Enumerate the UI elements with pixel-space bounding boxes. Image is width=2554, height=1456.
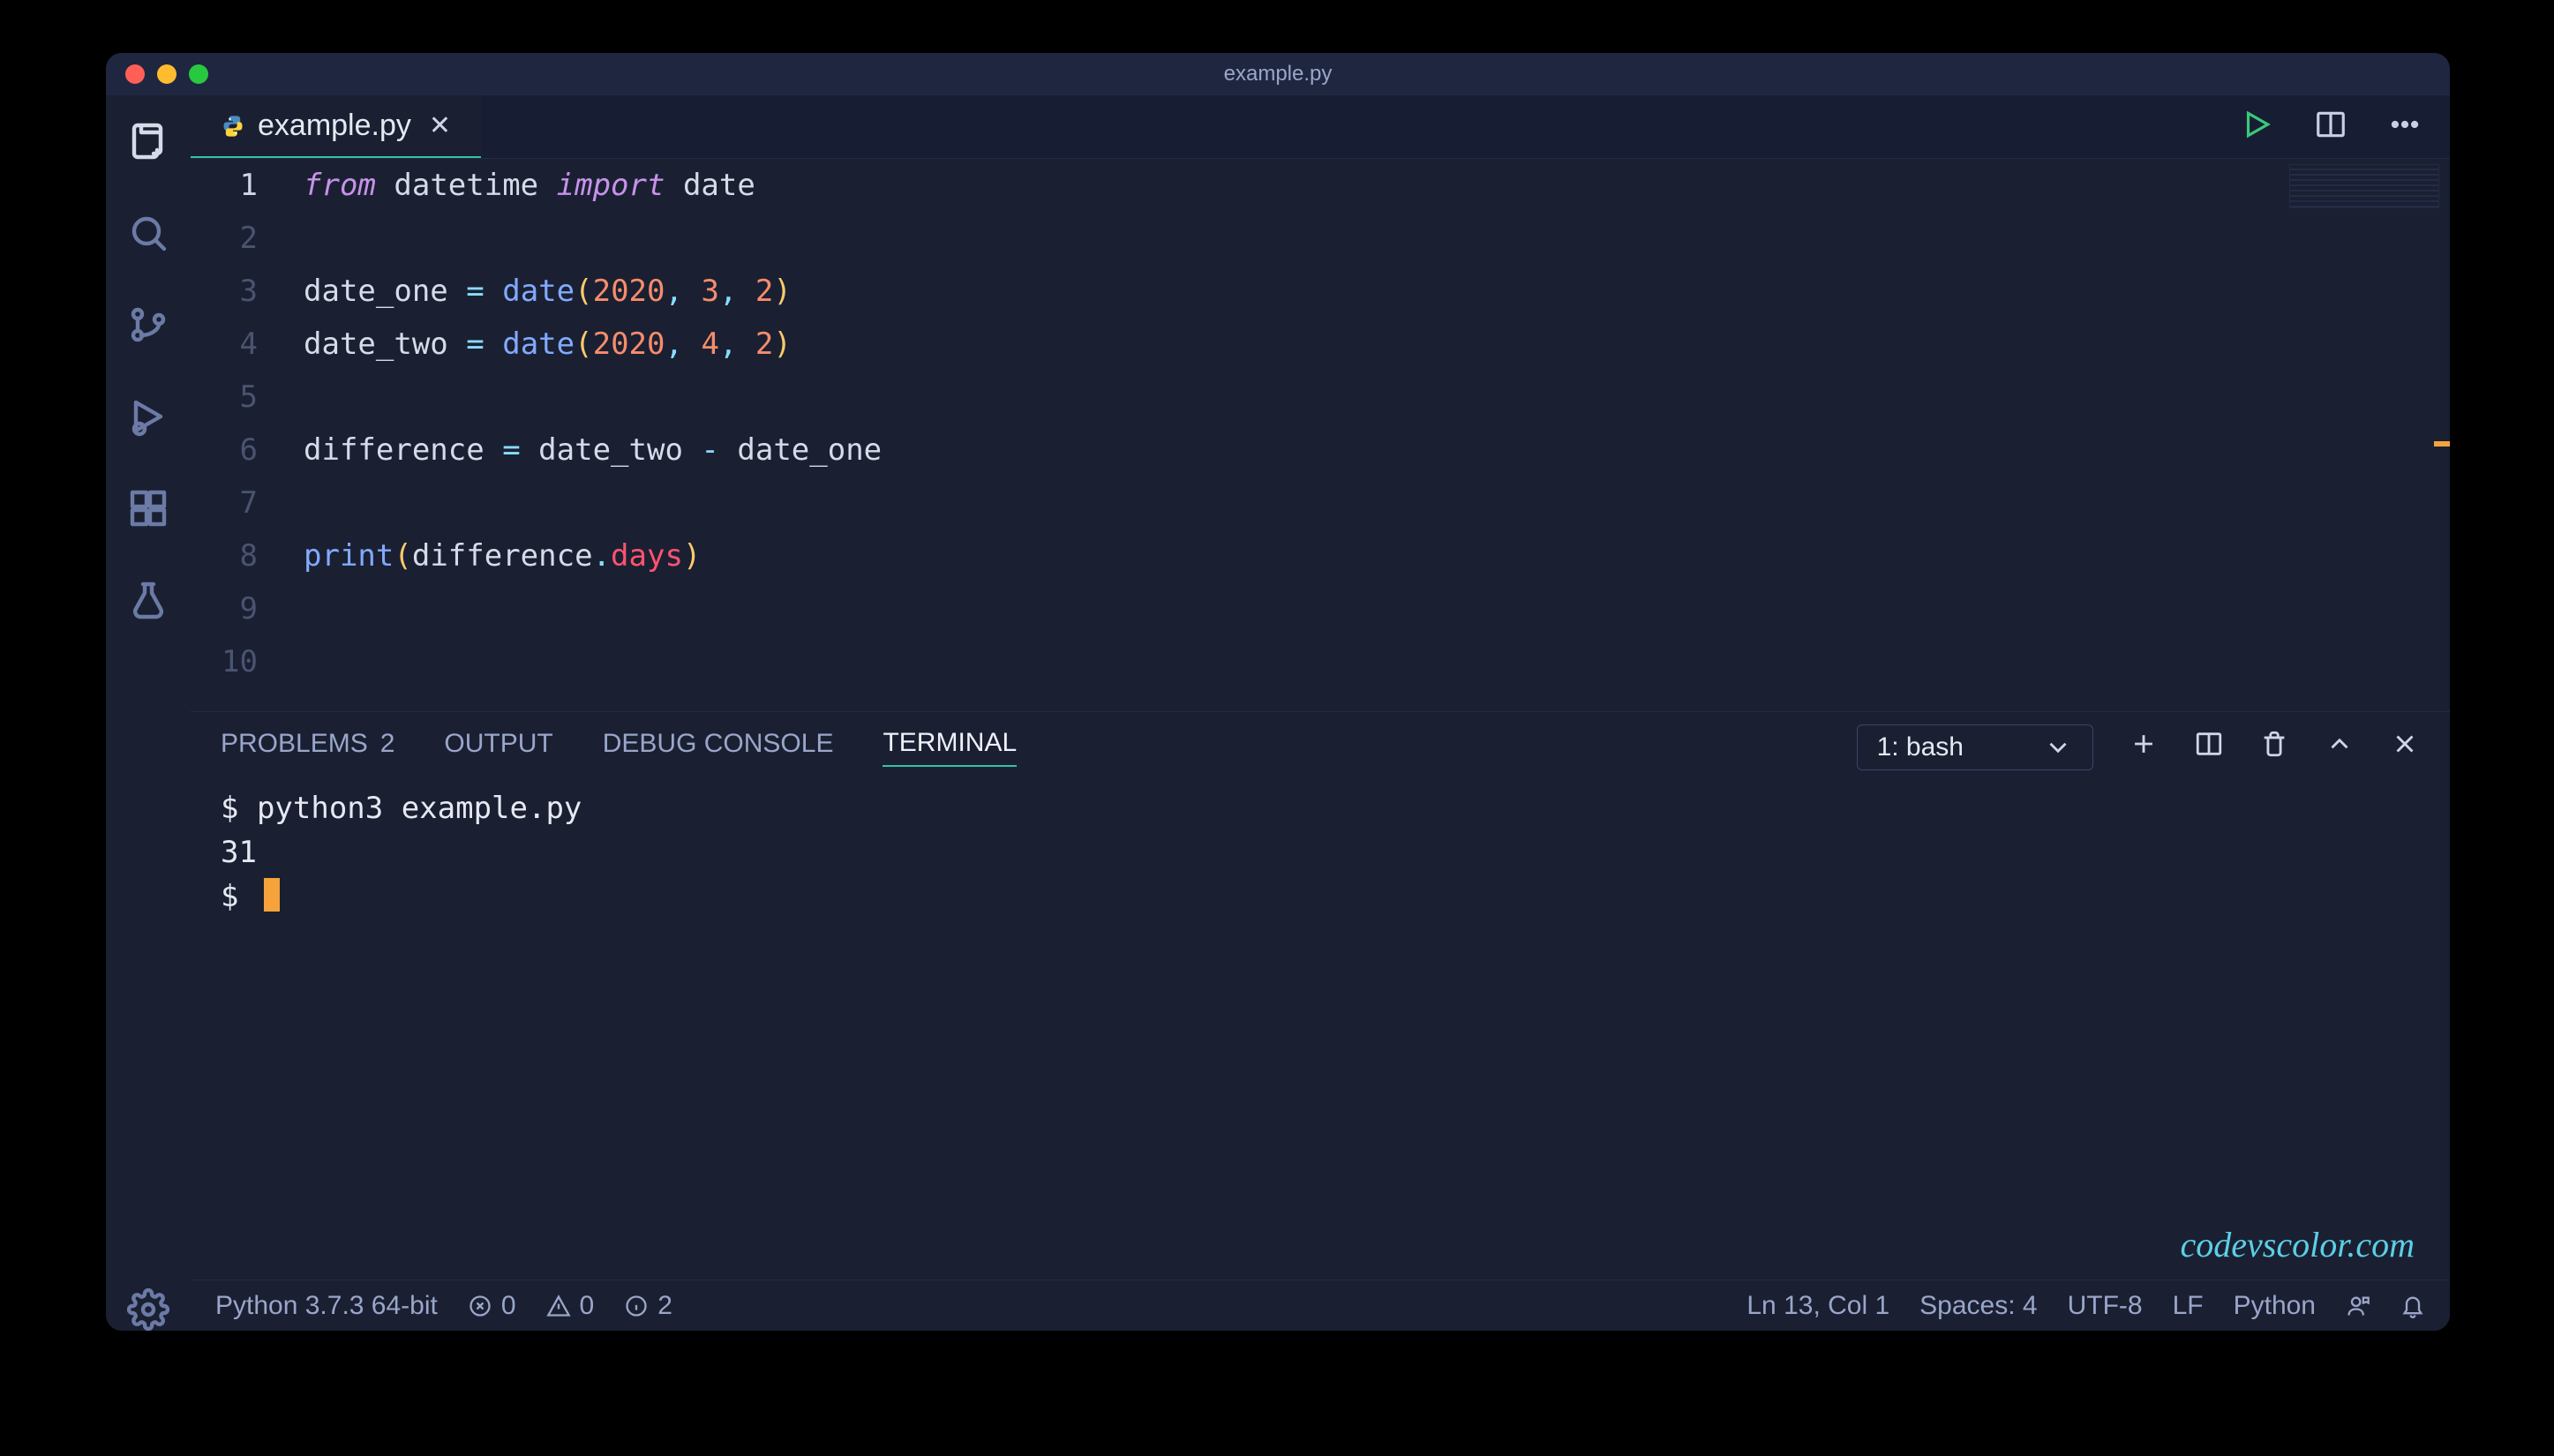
panel-tab-label: OUTPUT xyxy=(444,729,552,759)
status-notifications-button[interactable] xyxy=(2400,1294,2425,1318)
bell-icon xyxy=(2400,1294,2425,1318)
new-terminal-button[interactable] xyxy=(2129,729,2159,766)
status-label: 2 xyxy=(657,1291,672,1321)
line-number: 5 xyxy=(191,371,258,424)
vscode-window: example.py example.py ✕ xyxy=(106,53,2450,1331)
status-encoding[interactable]: UTF-8 xyxy=(2068,1291,2143,1321)
panel-tab-terminal[interactable]: TERMINAL xyxy=(883,728,1017,767)
line-number: 1 xyxy=(191,159,258,212)
line-number: 7 xyxy=(191,477,258,529)
panel-tab-label: DEBUG CONSOLE xyxy=(603,729,834,759)
activity-bar xyxy=(106,95,191,1331)
status-cursor-position[interactable]: Ln 13, Col 1 xyxy=(1746,1291,1889,1321)
code-line[interactable] xyxy=(304,582,2450,635)
panel-tab-debug-console[interactable]: DEBUG CONSOLE xyxy=(603,729,834,766)
chevron-down-icon xyxy=(2043,732,2073,762)
status-indentation[interactable]: Spaces: 4 xyxy=(1919,1291,2037,1321)
status-feedback-button[interactable] xyxy=(2346,1294,2370,1318)
line-gutter: 12345678910 xyxy=(191,159,274,711)
terminal-selector-label: 1: bash xyxy=(1877,732,1964,762)
status-label: UTF-8 xyxy=(2068,1291,2143,1321)
status-eol[interactable]: LF xyxy=(2173,1291,2204,1321)
code-line[interactable]: from datetime import date xyxy=(304,159,2450,212)
line-number: 4 xyxy=(191,318,258,371)
panel-tab-output[interactable]: OUTPUT xyxy=(444,729,552,766)
status-label: LF xyxy=(2173,1291,2204,1321)
explorer-icon[interactable] xyxy=(127,120,169,162)
maximize-panel-button[interactable] xyxy=(2325,729,2355,766)
testing-icon[interactable] xyxy=(127,579,169,621)
status-warnings[interactable]: 0 xyxy=(546,1291,595,1321)
split-terminal-button[interactable] xyxy=(2194,729,2224,766)
code-line[interactable] xyxy=(304,635,2450,688)
settings-gear-icon[interactable] xyxy=(127,1288,169,1331)
status-label: 0 xyxy=(580,1291,595,1321)
bottom-panel: PROBLEMS 2 OUTPUT DEBUG CONSOLE TERMINAL… xyxy=(191,711,2450,1280)
status-errors[interactable]: 0 xyxy=(468,1291,516,1321)
watermark: codevscolor.com xyxy=(2181,1223,2415,1267)
minimap-marker xyxy=(2434,441,2450,447)
code-content[interactable]: from datetime import date date_one = dat… xyxy=(274,159,2450,711)
run-debug-icon[interactable] xyxy=(127,395,169,438)
status-infos[interactable]: 2 xyxy=(624,1291,672,1321)
line-number: 2 xyxy=(191,212,258,265)
status-language[interactable]: Python xyxy=(2234,1291,2316,1321)
split-editor-button[interactable] xyxy=(2314,108,2347,146)
terminal-selector[interactable]: 1: bash xyxy=(1857,724,2093,770)
terminal-content[interactable]: $ python3 example.py31$ codevscolor.com xyxy=(191,783,2450,1280)
source-control-icon[interactable] xyxy=(127,304,169,346)
editor-actions xyxy=(2240,95,2450,158)
status-label: Python 3.7.3 64-bit xyxy=(215,1291,438,1321)
status-bar: Python 3.7.3 64-bit 0 0 2 Ln 13, Col 1 S… xyxy=(191,1280,2450,1331)
minimap[interactable] xyxy=(2289,164,2439,208)
warning-icon xyxy=(546,1294,571,1318)
status-python-interpreter[interactable]: Python 3.7.3 64-bit xyxy=(215,1291,438,1321)
code-line[interactable]: date_two = date(2020, 4, 2) xyxy=(304,318,2450,371)
terminal-line: $ xyxy=(221,874,2420,919)
close-tab-icon[interactable]: ✕ xyxy=(429,110,451,141)
code-line[interactable] xyxy=(304,477,2450,529)
status-label: 0 xyxy=(501,1291,516,1321)
window-title: example.py xyxy=(106,62,2450,86)
search-icon[interactable] xyxy=(127,212,169,254)
error-icon xyxy=(468,1294,492,1318)
code-editor[interactable]: 12345678910 from datetime import date da… xyxy=(191,159,2450,711)
status-label: Ln 13, Col 1 xyxy=(1746,1291,1889,1321)
code-line[interactable]: difference = date_two - date_one xyxy=(304,424,2450,477)
kill-terminal-button[interactable] xyxy=(2259,729,2289,766)
terminal-line: 31 xyxy=(221,830,2420,874)
code-line[interactable] xyxy=(304,371,2450,424)
line-number: 8 xyxy=(191,529,258,582)
tab-label: example.py xyxy=(258,109,411,143)
close-panel-button[interactable] xyxy=(2390,729,2420,766)
status-label: Spaces: 4 xyxy=(1919,1291,2037,1321)
terminal-cursor xyxy=(264,878,280,912)
code-line[interactable]: print(difference.days) xyxy=(304,529,2450,582)
panel-tab-label: PROBLEMS xyxy=(221,729,368,759)
line-number: 6 xyxy=(191,424,258,477)
person-feedback-icon xyxy=(2346,1294,2370,1318)
line-number: 3 xyxy=(191,265,258,318)
editor-tabs: example.py ✕ xyxy=(191,95,2450,159)
python-file-icon xyxy=(221,114,245,139)
panel-tab-problems[interactable]: PROBLEMS 2 xyxy=(221,729,394,766)
code-line[interactable]: date_one = date(2020, 3, 2) xyxy=(304,265,2450,318)
line-number: 9 xyxy=(191,582,258,635)
line-number: 10 xyxy=(191,635,258,688)
more-actions-button[interactable] xyxy=(2388,108,2422,146)
run-file-button[interactable] xyxy=(2240,108,2273,146)
panel-tabs: PROBLEMS 2 OUTPUT DEBUG CONSOLE TERMINAL… xyxy=(191,712,2450,783)
extensions-icon[interactable] xyxy=(127,487,169,529)
status-label: Python xyxy=(2234,1291,2316,1321)
titlebar: example.py xyxy=(106,53,2450,95)
tab-example-py[interactable]: example.py ✕ xyxy=(191,95,481,158)
panel-tab-label: TERMINAL xyxy=(883,728,1017,758)
problems-count: 2 xyxy=(380,729,395,759)
code-line[interactable] xyxy=(304,212,2450,265)
info-icon xyxy=(624,1294,649,1318)
terminal-line: $ python3 example.py xyxy=(221,786,2420,830)
